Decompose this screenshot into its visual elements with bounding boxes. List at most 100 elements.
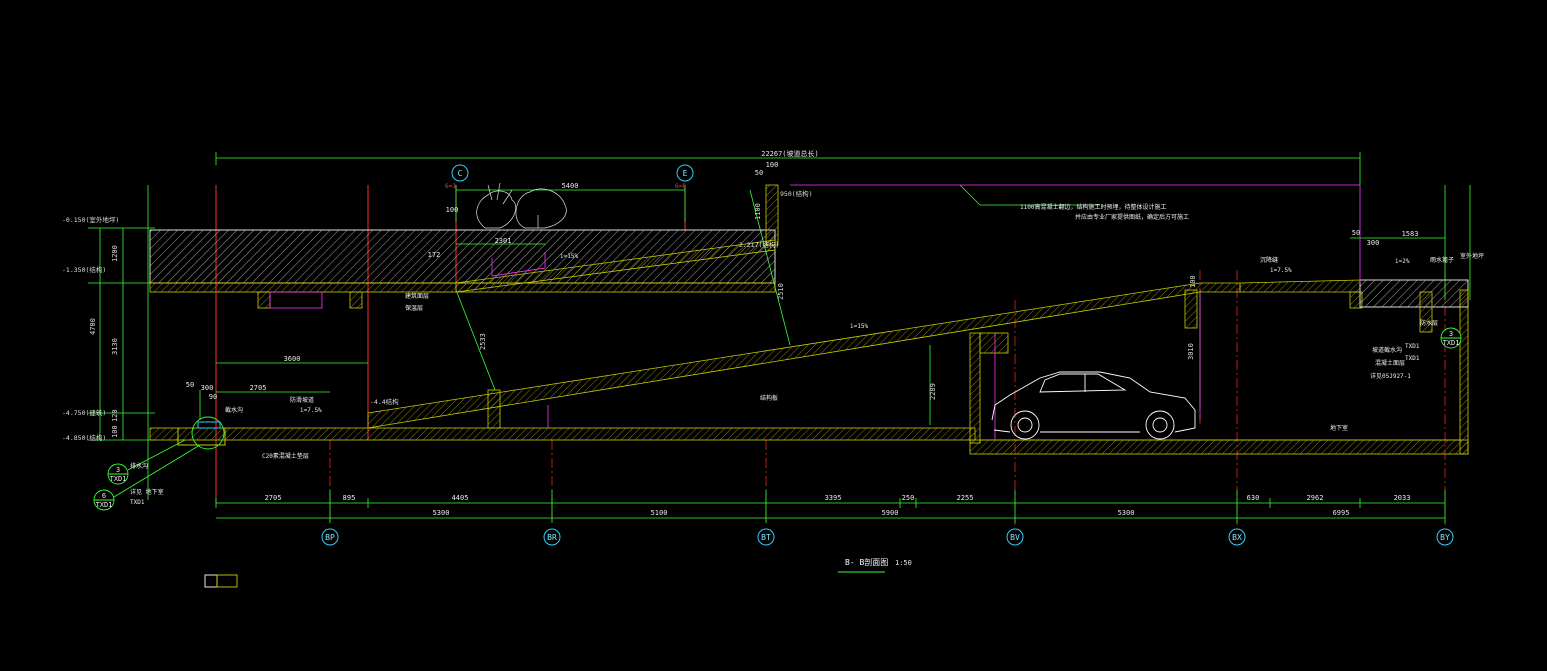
dim-text: 5100	[651, 509, 668, 517]
bottom-dims-row1: 2705 895 4405 3395 250 2255 630 2962 203…	[265, 494, 1411, 502]
axis-label: BY	[1440, 533, 1450, 542]
dim-text: 120	[111, 409, 119, 422]
callout-sheet: TXD1	[96, 501, 113, 509]
axis-label: C	[458, 169, 463, 178]
dim-text: 2705	[250, 384, 267, 392]
note-text: 截水沟	[225, 406, 243, 414]
legend-box	[204, 574, 238, 588]
note-text: 防水层	[1420, 319, 1438, 327]
note-text: 详见05J927-1	[1370, 372, 1411, 380]
dim-text: 2301	[495, 237, 512, 245]
axis-bubbles	[321, 164, 1454, 546]
axis-label: BP	[325, 533, 335, 542]
drawing-scale: 1:50	[895, 559, 912, 567]
note-text: 详见 地下室	[130, 488, 164, 496]
dim-text: 2533	[479, 333, 487, 350]
callout-num: 3	[1449, 330, 1453, 338]
dim-text: 300	[201, 384, 214, 392]
dim-text: 50	[186, 381, 194, 389]
dim-text: 50	[755, 169, 763, 177]
dim-text: 2289	[929, 383, 937, 400]
dim-text: 90	[209, 393, 217, 401]
level-label: -4.850(结构)	[62, 433, 106, 442]
axis-label: BX	[1232, 533, 1242, 542]
dim-text: 100	[111, 425, 119, 438]
level-label: -0.150(室外地坪)	[62, 215, 119, 224]
note-text: 建筑面层	[405, 292, 429, 300]
dim-text: 2255	[957, 494, 974, 502]
dim-text: 3395	[825, 494, 842, 502]
dimension-lines	[88, 152, 1471, 519]
axis-label: E	[683, 169, 688, 178]
dim-text: 172	[428, 251, 441, 259]
dim-text: 895	[343, 494, 356, 502]
overall-dimension: 22267(坡道总长)	[761, 149, 819, 158]
callout-num: 3	[116, 466, 120, 474]
note-text: TXD1	[130, 499, 145, 506]
dim-text: 4405	[452, 494, 469, 502]
note-text: 室外地坪	[1460, 252, 1484, 260]
level-marker: 6=3	[445, 183, 456, 190]
dim-text: 1583	[1402, 230, 1419, 238]
note-text: TXD1	[1405, 355, 1420, 362]
level-label: -2.217(结构)	[735, 240, 779, 249]
level-label: -4.750(建筑)	[62, 408, 106, 417]
note-text: 坡道截水沟	[1372, 346, 1402, 354]
car-icon	[991, 371, 1196, 440]
callout-sheet: TXD1	[1443, 339, 1460, 347]
main-ramp	[367, 279, 1361, 429]
slope-label: i=15%	[560, 253, 578, 260]
magenta-lines	[547, 184, 1361, 440]
note-text: 结构板	[760, 394, 778, 402]
dim-text: 5900	[882, 509, 899, 517]
slope-label: i=7.5%	[1270, 267, 1292, 274]
dim-text: 250	[902, 494, 915, 502]
dim-text: 1100	[754, 203, 762, 220]
dim-text: 300	[1367, 239, 1380, 247]
slope-label: i=2%	[1395, 258, 1410, 265]
dim-text: 5300	[433, 509, 450, 517]
base-slab	[149, 289, 1469, 455]
dim-text: 100	[766, 161, 779, 169]
callout-num: 6	[102, 492, 106, 500]
dim-text: 2033	[1394, 494, 1411, 502]
note-text: 地下室	[1330, 424, 1348, 432]
axis-label: BV	[1010, 533, 1020, 542]
dim-text: 3130	[111, 338, 119, 355]
dim-text: 2962	[1307, 494, 1324, 502]
level-label: -4.4结构	[370, 397, 399, 406]
top-span-dim: 5400	[562, 182, 579, 190]
slope-label: i=7.5%	[300, 407, 322, 414]
dim-text: 630	[1247, 494, 1260, 502]
slope-label: i=15%	[850, 323, 868, 330]
drawing-title-block: B- B剖面图 1:50	[838, 557, 912, 573]
note-text: 雨水篦子	[1430, 256, 1454, 264]
bottom-dims-row2: 5300 5100 5900 5300 6995	[433, 509, 1350, 517]
note-text: 保温层	[405, 304, 423, 312]
axis-label: BT	[761, 533, 771, 542]
axis-label: BR	[547, 533, 557, 542]
note-text: 1100高混凝土翻边，结构施工时预埋，待整体设计施工	[1020, 203, 1166, 211]
dim-text: 6995	[1333, 509, 1350, 517]
note-text: 混凝土面层	[1375, 359, 1405, 367]
callout-sheet: TXD1	[110, 475, 127, 483]
note-text: 防滑坡道	[290, 396, 314, 404]
note-text: C20素混凝土垫层	[262, 452, 309, 460]
note-text: 排水沟	[130, 462, 148, 470]
dim-text: 3010	[1187, 343, 1195, 360]
dim-text: 100	[446, 206, 459, 214]
axis-labels: BP BR BT BV BX BY C E	[325, 169, 1450, 542]
dim-text: 4700	[89, 318, 97, 335]
level-label: 950(结构)	[780, 189, 813, 198]
dim-text: 5300	[1118, 509, 1135, 517]
level-marker: 6=8	[675, 183, 686, 190]
dim-text: 2510	[777, 283, 785, 300]
note-text: 沉降缝	[1260, 256, 1278, 264]
right-deck	[1349, 279, 1469, 333]
dim-text: 3600	[284, 355, 301, 363]
drawing-title: B- B剖面图	[845, 557, 888, 567]
dim-text: 50	[1352, 229, 1360, 237]
level-label: -1.350(结构)	[62, 265, 106, 274]
dim-text: 100	[1189, 275, 1197, 288]
note-text: 并应由专业厂家提供图纸，确定后方可施工	[1075, 213, 1189, 221]
